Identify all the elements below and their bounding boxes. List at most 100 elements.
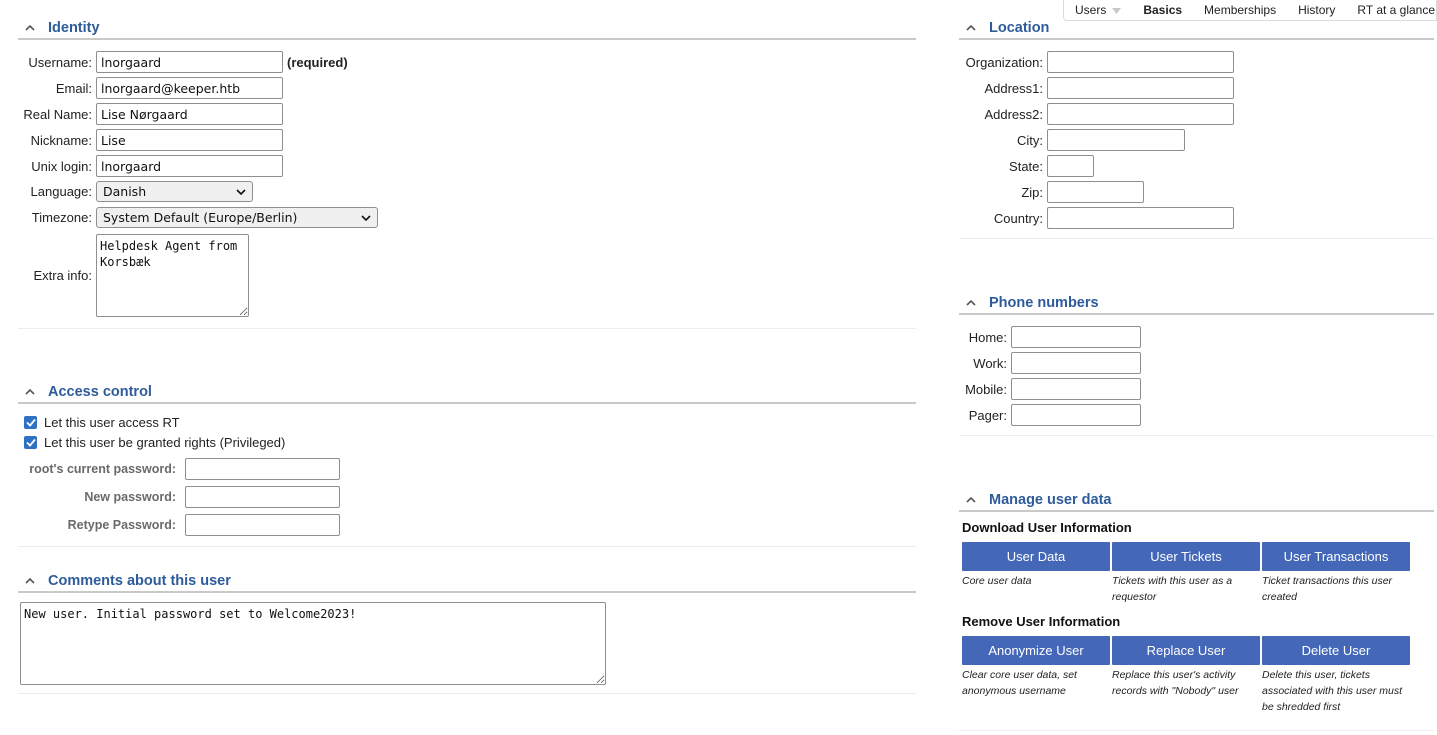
manage-user-data-divider <box>959 730 1434 731</box>
home-phone-row: Home: <box>959 326 1141 348</box>
privileged-label: Let this user be granted rights (Privile… <box>44 435 286 450</box>
pager-row: Pager: <box>959 404 1141 426</box>
zip-row: Zip: <box>959 181 1144 203</box>
phone-numbers-header[interactable]: Phone numbers <box>959 293 1434 315</box>
chevron-down-icon <box>361 210 371 225</box>
realname-input[interactable] <box>96 103 283 125</box>
chevron-up-icon[interactable] <box>24 386 36 398</box>
zip-label: Zip: <box>1021 184 1043 200</box>
comments-title: Comments about this user <box>48 573 231 589</box>
anonymize-user-button[interactable]: Anonymize User <box>962 636 1110 665</box>
mobile-phone-input[interactable] <box>1011 378 1141 400</box>
identity-divider <box>18 328 916 329</box>
retype-password-input[interactable] <box>185 514 340 536</box>
extra-info-textarea[interactable] <box>96 234 249 317</box>
comments-textarea[interactable] <box>20 602 606 685</box>
access-control-title: Access control <box>48 384 152 400</box>
access-rt-checkbox-row[interactable]: Let this user access RT <box>24 415 180 430</box>
realname-row: Real Name: <box>18 103 283 125</box>
address1-input[interactable] <box>1047 77 1234 99</box>
access-rt-checkbox[interactable] <box>24 416 37 429</box>
organization-row: Organization: <box>959 51 1234 73</box>
state-input[interactable] <box>1047 155 1094 177</box>
replace-user-button[interactable]: Replace User <box>1112 636 1260 665</box>
phone-numbers-divider <box>959 435 1434 436</box>
city-label: City: <box>1017 132 1043 148</box>
work-phone-row: Work: <box>959 352 1141 374</box>
zip-input[interactable] <box>1047 181 1144 203</box>
user-data-button[interactable]: User Data <box>962 542 1110 571</box>
unix-login-row: Unix login: <box>18 155 283 177</box>
caret-down-icon <box>1112 3 1122 17</box>
pager-input[interactable] <box>1011 404 1141 426</box>
extra-info-row: Extra info: <box>18 234 249 317</box>
user-transactions-note: Ticket transactions this user created <box>1262 575 1393 603</box>
location-divider <box>959 238 1434 239</box>
pager-label: Pager: <box>968 407 1007 423</box>
manage-user-data-header[interactable]: Manage user data <box>959 490 1434 512</box>
delete-user-button[interactable]: Delete User <box>1262 636 1410 665</box>
country-input[interactable] <box>1047 207 1234 229</box>
user-transactions-button[interactable]: User Transactions <box>1262 542 1410 571</box>
tab-basics[interactable]: Basics <box>1132 3 1193 17</box>
privileged-checkbox-row[interactable]: Let this user be granted rights (Privile… <box>24 435 285 450</box>
username-input[interactable] <box>96 51 283 73</box>
chevron-up-icon[interactable] <box>965 494 977 506</box>
language-select[interactable]: Danish <box>96 181 253 202</box>
language-row: Language: Danish <box>18 181 253 202</box>
nickname-row: Nickname: <box>18 129 283 151</box>
city-row: City: <box>959 129 1185 151</box>
tab-history[interactable]: History <box>1287 3 1346 17</box>
address1-label: Address1: <box>984 80 1043 96</box>
manage-user-data-title: Manage user data <box>989 492 1112 508</box>
phone-numbers-title: Phone numbers <box>989 295 1099 311</box>
timezone-row: Timezone: System Default (Europe/Berlin) <box>18 207 378 228</box>
access-control-divider <box>18 546 916 547</box>
email-input[interactable] <box>96 77 283 99</box>
chevron-up-icon[interactable] <box>965 297 977 309</box>
home-phone-input[interactable] <box>1011 326 1141 348</box>
unix-login-input[interactable] <box>96 155 283 177</box>
retype-password-row: Retype Password: <box>18 514 340 536</box>
organization-input[interactable] <box>1047 51 1234 73</box>
tab-users[interactable]: Users <box>1064 3 1132 17</box>
work-phone-label: Work: <box>973 355 1007 371</box>
timezone-label: Timezone: <box>31 210 92 225</box>
access-control-header[interactable]: Access control <box>18 382 916 404</box>
home-phone-label: Home: <box>968 329 1007 345</box>
city-input[interactable] <box>1047 129 1185 151</box>
current-password-input[interactable] <box>185 458 340 480</box>
address2-label: Address2: <box>984 106 1043 122</box>
chevron-up-icon[interactable] <box>24 22 36 34</box>
extra-info-label: Extra info: <box>33 268 92 283</box>
current-password-label: root's current password: <box>29 462 176 476</box>
email-row: Email: <box>18 77 283 99</box>
unix-login-label: Unix login: <box>31 158 92 174</box>
new-password-input[interactable] <box>185 486 340 508</box>
address1-row: Address1: <box>959 77 1234 99</box>
new-password-label: New password: <box>84 490 176 504</box>
realname-label: Real Name: <box>23 106 92 122</box>
identity-title: Identity <box>48 20 100 36</box>
nickname-input[interactable] <box>96 129 283 151</box>
mobile-phone-label: Mobile: <box>965 381 1007 397</box>
nickname-label: Nickname: <box>30 132 92 148</box>
state-row: State: <box>959 155 1094 177</box>
chevron-up-icon[interactable] <box>24 575 36 587</box>
privileged-checkbox[interactable] <box>24 436 37 449</box>
anonymize-user-note: Clear core user data, set anonymous user… <box>962 669 1077 697</box>
identity-header[interactable]: Identity <box>18 18 916 40</box>
country-label: Country: <box>993 210 1043 226</box>
username-row: Username: (required) <box>18 51 348 73</box>
address2-input[interactable] <box>1047 103 1234 125</box>
user-tickets-button[interactable]: User Tickets <box>1112 542 1260 571</box>
work-phone-input[interactable] <box>1011 352 1141 374</box>
current-password-row: root's current password: <box>18 458 340 480</box>
timezone-select[interactable]: System Default (Europe/Berlin) <box>96 207 378 228</box>
state-label: State: <box>1009 158 1043 174</box>
tab-memberships[interactable]: Memberships <box>1193 3 1287 17</box>
tab-rt-at-a-glance[interactable]: RT at a glance <box>1346 3 1437 17</box>
chevron-up-icon[interactable] <box>965 22 977 34</box>
comments-header[interactable]: Comments about this user <box>18 571 916 593</box>
location-header[interactable]: Location <box>959 18 1434 40</box>
